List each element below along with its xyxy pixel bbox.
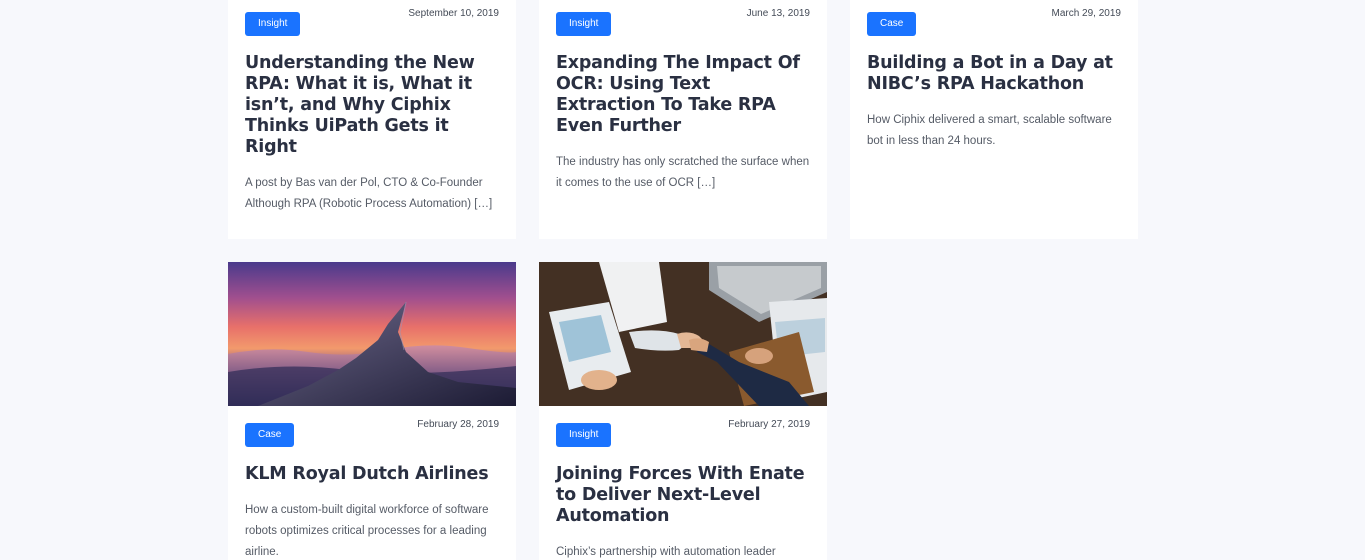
category-tag[interactable]: Case [245,423,295,447]
post-date: February 27, 2019 [728,419,810,430]
category-tag[interactable]: Case [867,12,917,36]
blog-grid: Insight September 10, 2019 Understanding… [0,0,1365,560]
post-date: February 28, 2019 [417,419,499,430]
post-card: Insight September 10, 2019 Understanding… [228,0,516,239]
post-title[interactable]: Joining Forces With Enate to Deliver Nex… [556,464,810,527]
post-card: Insight June 13, 2019 Expanding The Impa… [539,0,827,239]
post-meta: Case March 29, 2019 [867,8,1121,36]
post-meta: Insight February 27, 2019 [556,419,810,447]
category-tag[interactable]: Insight [245,12,301,36]
post-title[interactable]: Expanding The Impact Of OCR: Using Text … [556,53,810,137]
post-excerpt: A post by Bas van der Pol, CTO & Co-Foun… [245,177,493,210]
post-excerpt: Ciphix’s partnership with automation lea… [556,546,776,558]
post-title[interactable]: Understanding the New RPA: What it is, W… [245,53,499,158]
post-meta: Case February 28, 2019 [245,419,499,447]
handshake-image[interactable] [539,262,827,406]
post-date: March 29, 2019 [1051,8,1122,19]
post-title[interactable]: Building a Bot in a Day at NIBC’s RPA Ha… [867,53,1121,95]
post-title[interactable]: KLM Royal Dutch Airlines [245,464,499,485]
post-date: September 10, 2019 [408,8,499,19]
post-card: Insight February 27, 2019 Joining Forces… [539,262,827,560]
category-tag[interactable]: Insight [556,12,612,36]
airplane-wing-image[interactable] [228,262,516,406]
post-meta: Insight June 13, 2019 [556,8,810,36]
post-card: Case February 28, 2019 KLM Royal Dutch A… [228,262,516,560]
post-excerpt: The industry has only scratched the surf… [556,156,810,189]
post-card: Case March 29, 2019 Building a Bot in a … [850,0,1138,239]
post-excerpt: How Ciphix delivered a smart, scalable s… [867,114,1112,147]
post-excerpt: How a custom-built digital workforce of … [245,504,489,558]
post-meta: Insight September 10, 2019 [245,8,499,36]
category-tag[interactable]: Insight [556,423,612,447]
post-date: June 13, 2019 [746,8,810,19]
